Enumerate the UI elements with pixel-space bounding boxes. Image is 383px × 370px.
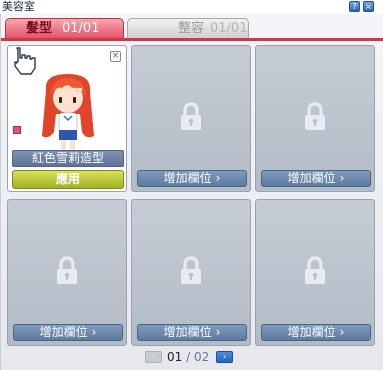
add-slot-button[interactable]: 增加欄位 › — [13, 324, 123, 341]
chevron-right-icon: › — [215, 171, 221, 185]
add-slot-button[interactable]: 增加欄位 › — [137, 324, 247, 341]
style-name-label: 紅色雪莉造型 — [12, 150, 124, 167]
tab-face-label: 整容 — [178, 21, 205, 36]
chevron-right-icon: › — [215, 325, 221, 339]
lock-icon — [181, 102, 201, 130]
next-page-button[interactable]: › — [216, 351, 233, 363]
pagination: ‹ 01 / 02 › — [0, 350, 383, 366]
add-slot-label: 增加欄位 — [39, 325, 88, 339]
add-slot-button[interactable]: 增加欄位 › — [261, 170, 371, 187]
locked-slot: 增加欄位 › — [131, 45, 251, 192]
help-button[interactable]: ? — [349, 1, 360, 12]
tab-hair[interactable]: 髮型 01/01 — [5, 18, 124, 38]
lock-icon — [181, 256, 201, 284]
locked-slot: 增加欄位 › — [255, 45, 375, 192]
delete-style-button[interactable]: × — [110, 51, 121, 62]
apply-button[interactable]: 應用 — [12, 170, 124, 189]
prev-page-button[interactable]: ‹ — [145, 351, 162, 363]
saved-style-slot[interactable]: × 紅色雪莉造型 應用 — [7, 45, 127, 192]
hair-color-swatch — [13, 126, 21, 134]
total-pages: 02 — [193, 350, 210, 364]
locked-slot: 增加欄位 › — [7, 199, 127, 346]
tab-underline — [1, 38, 383, 41]
locked-slot: 增加欄位 › — [255, 199, 375, 346]
add-slot-button[interactable]: 增加欄位 › — [137, 170, 247, 187]
add-slot-label: 增加欄位 — [163, 325, 212, 339]
add-slot-label: 增加欄位 — [163, 171, 212, 185]
tab-face-count: 01/01 — [210, 21, 248, 36]
chevron-right-icon: › — [339, 325, 345, 339]
window-title: 美容室 — [2, 0, 35, 13]
chevron-right-icon: › — [91, 325, 97, 339]
current-page: 01 — [167, 350, 183, 364]
tab-hair-label: 髮型 — [26, 21, 53, 36]
beauty-salon-panel: 髮型 01/01 整容 01/01 × 紅色雪莉造型 應用 增加欄位 › 增加欄… — [0, 14, 383, 370]
add-slot-button[interactable]: 增加欄位 › — [261, 324, 371, 341]
page-indicator: 01 / 02 — [167, 350, 209, 365]
page-separator: / — [186, 350, 191, 364]
close-button[interactable]: × — [363, 1, 374, 12]
tab-hair-count: 01/01 — [62, 21, 100, 36]
add-slot-label: 增加欄位 — [287, 171, 336, 185]
chevron-right-icon: › — [339, 171, 345, 185]
window-titlebar: 美容室 ? × — [0, 0, 383, 14]
add-slot-label: 增加欄位 — [287, 325, 336, 339]
lock-icon — [57, 256, 77, 284]
locked-slot: 增加欄位 › — [131, 199, 251, 346]
hand-cursor-icon — [14, 47, 36, 75]
tab-face[interactable]: 整容 01/01 — [127, 18, 249, 38]
lock-icon — [305, 102, 325, 130]
lock-icon — [305, 256, 325, 284]
